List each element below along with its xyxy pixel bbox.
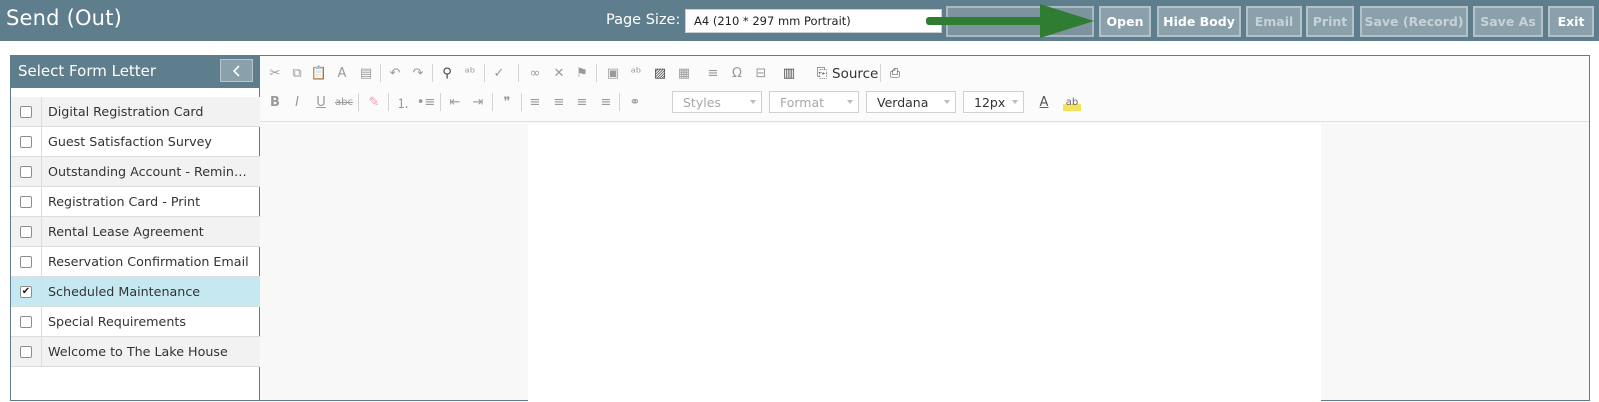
numbered-list-icon[interactable]: ⒈ [394, 93, 412, 112]
form-letter-panel: Select Form Letter Digital Registration … [10, 55, 260, 401]
special-image-icon[interactable]: ᵃᵇ [627, 64, 645, 82]
email-button[interactable]: Email [1246, 6, 1302, 37]
checkbox[interactable] [20, 345, 32, 358]
checkbox[interactable] [20, 195, 32, 208]
list-item-label: Special Requirements [48, 314, 186, 329]
unlink-icon[interactable]: ✕ [550, 64, 568, 82]
source-button-label[interactable]: Source [832, 66, 878, 82]
checkbox-checked[interactable]: ✔ [20, 285, 32, 298]
justify-icon[interactable]: ≡ [597, 93, 615, 111]
template-icon[interactable]: ▥ [780, 64, 798, 82]
copy-icon[interactable]: ⧉ [288, 64, 306, 82]
checkbox[interactable] [20, 165, 32, 178]
page-break-icon[interactable]: ⊟ [752, 64, 770, 82]
list-item-label: Digital Registration Card [48, 104, 204, 119]
horizontal-rule-icon[interactable]: ≡ [704, 64, 722, 82]
checkbox[interactable] [20, 105, 32, 118]
styles-dropdown-label: Styles [683, 95, 721, 110]
bulleted-list-icon[interactable]: •≡ [417, 93, 436, 111]
list-item[interactable]: Special Requirements [11, 306, 260, 337]
styles-dropdown[interactable]: Styles [672, 91, 762, 113]
list-item[interactable]: Reservation Confirmation Email [11, 246, 260, 277]
redo-icon[interactable]: ↷ [409, 64, 427, 82]
indent-icon[interactable]: ⇥ [469, 93, 487, 111]
italic-icon[interactable]: I [288, 93, 306, 111]
checkbox[interactable] [20, 225, 32, 238]
checkbox[interactable] [20, 315, 32, 328]
list-item[interactable]: Registration Card - Print [11, 186, 260, 217]
spellcheck-icon[interactable]: ✓ [490, 64, 508, 82]
font-size-dropdown[interactable]: 12px [963, 91, 1024, 113]
anchor-flag-icon[interactable]: ⚑ [573, 64, 591, 82]
document-body[interactable] [528, 123, 1321, 402]
page-title: Send (Out) [6, 6, 123, 30]
arrow-head [1040, 4, 1094, 38]
list-item[interactable]: Outstanding Account - Reminder [11, 156, 260, 187]
list-item[interactable]: Digital Registration Card [11, 96, 260, 127]
editor-toolbar: ✂ ⧉ 📋 A ▤ ↶ ↷ ⚲ ᵃᵇ ✓ ∞ ✕ ⚑ ▣ ᵃᵇ ▨ ▦ ≡ Ω … [260, 56, 1589, 122]
paste-icon[interactable]: 📋 [310, 64, 328, 82]
list-item-label: Scheduled Maintenance [48, 284, 201, 299]
list-item-label: Rental Lease Agreement [48, 224, 204, 239]
list-item[interactable]: Guest Satisfaction Survey [11, 126, 260, 157]
format-dropdown[interactable]: Format [769, 91, 859, 113]
image-icon[interactable]: ▣ [604, 64, 622, 82]
underline-icon[interactable]: U [312, 93, 330, 111]
print-icon[interactable]: ⎙ [886, 64, 904, 82]
special-character-icon[interactable]: Ω [728, 64, 746, 82]
hide-body-button[interactable]: Hide Body [1157, 6, 1241, 37]
find-icon[interactable]: ⚲ [438, 64, 456, 82]
text-color-icon[interactable]: A [1035, 93, 1053, 111]
exit-button[interactable]: Exit [1548, 6, 1594, 37]
form-letter-list: Digital Registration Card Guest Satisfac… [11, 96, 260, 367]
paste-text-icon[interactable]: A [333, 64, 351, 82]
list-item[interactable]: Rental Lease Agreement [11, 216, 260, 247]
link-icon[interactable]: ∞ [526, 64, 544, 82]
checkbox[interactable] [20, 135, 32, 148]
list-item-selected[interactable]: ✔ Scheduled Maintenance [11, 276, 260, 307]
undo-icon[interactable]: ↶ [386, 64, 404, 82]
table-icon[interactable]: ▦ [675, 64, 693, 82]
strikethrough-icon[interactable]: abc [335, 93, 353, 111]
green-arrow-icon [926, 4, 1094, 38]
font-dropdown-label: Verdana [877, 95, 929, 110]
outdent-icon[interactable]: ⇤ [446, 93, 464, 111]
save-record-button[interactable]: Save (Record) [1360, 6, 1468, 37]
page-size-label: Page Size: [606, 12, 681, 28]
list-item-label: Outstanding Account - Reminder [48, 164, 254, 179]
collapse-panel-button[interactable] [220, 59, 253, 82]
blockquote-icon[interactable]: ❞ [498, 93, 516, 111]
align-right-icon[interactable]: ≡ [573, 93, 591, 111]
list-item[interactable]: Welcome to The Lake House [11, 336, 260, 367]
font-dropdown[interactable]: Verdana [866, 91, 956, 113]
save-as-button[interactable]: Save As [1473, 6, 1543, 37]
list-item-label: Guest Satisfaction Survey [48, 134, 212, 149]
replace-icon[interactable]: ᵃᵇ [461, 64, 479, 82]
cut-icon[interactable]: ✂ [266, 64, 284, 82]
format-dropdown-label: Format [780, 95, 825, 110]
remove-format-icon[interactable]: ✎ [365, 93, 383, 111]
chevron-left-icon [232, 64, 240, 77]
picture-icon[interactable]: ▨ [651, 64, 669, 82]
bold-icon[interactable]: B [266, 93, 284, 111]
background-color-icon[interactable]: ab [1063, 93, 1081, 111]
align-center-icon[interactable]: ≡ [550, 93, 568, 111]
rich-text-editor: ✂ ⧉ 📋 A ▤ ↶ ↷ ⚲ ᵃᵇ ✓ ∞ ✕ ⚑ ▣ ᵃᵇ ▨ ▦ ≡ Ω … [260, 55, 1590, 402]
source-icon[interactable]: ⎘ [813, 64, 831, 82]
list-item-label: Reservation Confirmation Email [48, 254, 249, 269]
arrow-shaft [926, 17, 1044, 25]
checkbox[interactable] [20, 255, 32, 268]
font-size-dropdown-label: 12px [974, 95, 1006, 110]
list-item-label: Registration Card - Print [48, 194, 201, 209]
page-size-select[interactable]: A4 (210 * 297 mm Portrait) [685, 9, 942, 33]
open-button[interactable]: Open [1099, 6, 1151, 37]
title-bar: Send (Out) Page Size: A4 (210 * 297 mm P… [0, 0, 1599, 41]
align-left-icon[interactable]: ≡ [526, 93, 544, 111]
paste-word-icon[interactable]: ▤ [357, 64, 375, 82]
print-button[interactable]: Print [1306, 6, 1354, 37]
list-item-label: Welcome to The Lake House [48, 344, 228, 359]
language-icon[interactable]: ⚭ [626, 93, 644, 111]
